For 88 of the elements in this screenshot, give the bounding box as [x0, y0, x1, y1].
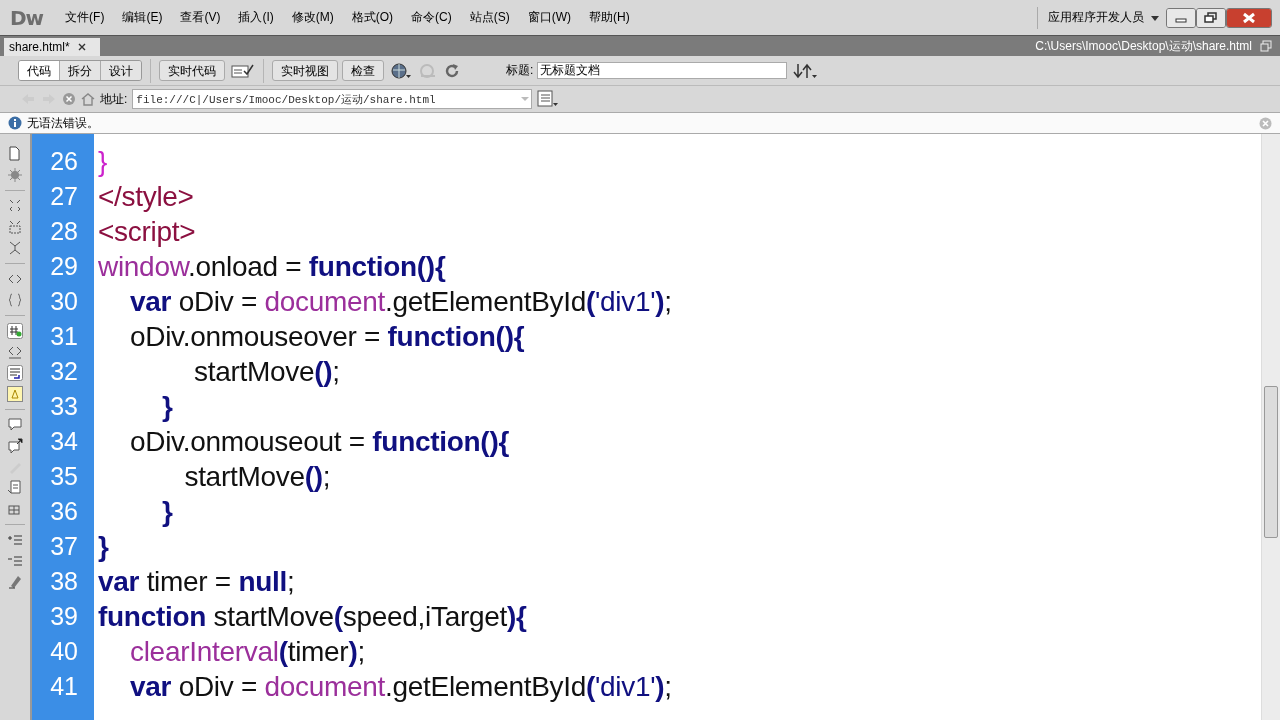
- live-code-button[interactable]: 实时代码: [159, 60, 225, 81]
- code-line: }: [161, 495, 173, 528]
- code-line: window.onload = function(){: [97, 250, 446, 283]
- code-line: </style>: [97, 180, 194, 213]
- view-button[interactable]: 代码: [19, 61, 60, 80]
- line-number: 29: [49, 252, 78, 281]
- line-number: 38: [49, 567, 78, 596]
- home-icon[interactable]: [81, 92, 95, 106]
- status-message: 无语法错误。: [27, 114, 99, 132]
- expand-icon[interactable]: [7, 240, 23, 256]
- menu-item[interactable]: 编辑(E): [114, 6, 171, 29]
- outdent-icon[interactable]: [7, 553, 23, 569]
- workspace-switcher[interactable]: 应用程序开发人员: [1048, 9, 1144, 26]
- document-icon[interactable]: [7, 146, 23, 162]
- collapse-icon[interactable]: [7, 219, 23, 235]
- code-line: oDiv.onmouseout = function(){: [129, 425, 509, 458]
- menu-item[interactable]: 查看(V): [172, 6, 229, 29]
- line-number: 27: [49, 182, 78, 211]
- menu-item[interactable]: 文件(F): [57, 6, 113, 29]
- menu-item[interactable]: 帮助(H): [581, 6, 638, 29]
- line-number: 36: [49, 497, 78, 526]
- code-line: function startMove(speed,iTarget){: [97, 600, 527, 633]
- app-logo: Dw: [10, 5, 44, 30]
- indent-icon[interactable]: [7, 532, 23, 548]
- code-line: oDiv.onmouseover = function(){: [129, 320, 525, 353]
- code-line: }: [97, 530, 109, 563]
- line-number: 33: [49, 392, 78, 421]
- line-number: 35: [49, 462, 78, 491]
- refresh-icon[interactable]: [444, 62, 460, 79]
- info-icon: [8, 116, 22, 130]
- line-number: 40: [49, 637, 78, 666]
- code-line: clearInterval(timer);: [129, 635, 365, 668]
- document-tab[interactable]: share.html*: [4, 38, 100, 56]
- tag-icon[interactable]: [7, 344, 23, 360]
- scrollbar-thumb[interactable]: [1264, 386, 1278, 538]
- restore-icon[interactable]: [1196, 7, 1226, 28]
- close-icon[interactable]: [1226, 7, 1272, 28]
- caret-icon[interactable]: [1150, 13, 1160, 22]
- file-path: C:\Users\Imooc\Desktop\运动\share.html: [1035, 37, 1252, 55]
- code-line: }: [161, 390, 173, 423]
- menu-item[interactable]: 窗口(W): [519, 6, 580, 29]
- view-button[interactable]: 设计: [101, 61, 141, 80]
- line-number: 32: [49, 357, 78, 386]
- sort-icon[interactable]: [793, 61, 818, 80]
- line-number: 39: [49, 602, 78, 631]
- globe-icon[interactable]: [390, 61, 412, 80]
- line-number: 28: [49, 217, 78, 246]
- gear-icon[interactable]: [7, 167, 23, 183]
- code-line: var timer = null;: [97, 565, 295, 598]
- menu-item[interactable]: 命令(C): [403, 6, 460, 29]
- address-field[interactable]: file:///C|/Users/Imooc/Desktop/运动/share.html: [132, 89, 533, 109]
- line-number: 37: [49, 532, 78, 561]
- code-line: var oDiv = document.getElementById('div1');: [129, 670, 672, 703]
- menu-item[interactable]: 站点(S): [461, 6, 518, 29]
- code-line: var oDiv = document.getElementById('div1');: [129, 285, 672, 318]
- line-number: 30: [49, 287, 78, 316]
- collapse-icon[interactable]: [7, 198, 23, 214]
- line-number: 31: [49, 322, 78, 351]
- inspect-button[interactable]: 检查: [342, 60, 384, 81]
- title-field[interactable]: 无标题文档: [537, 62, 788, 79]
- comment-icon[interactable]: [7, 438, 23, 454]
- menu-item[interactable]: 修改(M): [283, 6, 342, 29]
- close-icon[interactable]: [77, 43, 86, 51]
- line-number: 34: [49, 427, 78, 456]
- minimize-icon[interactable]: [1166, 7, 1196, 28]
- document-icon[interactable]: [7, 480, 23, 496]
- stop-icon[interactable]: [62, 92, 76, 106]
- line-number: 26: [49, 147, 78, 176]
- restore-icon[interactable]: [1260, 40, 1272, 52]
- wrap-icon[interactable]: [7, 365, 23, 381]
- address-label: 地址:: [100, 90, 128, 108]
- hash-icon[interactable]: [7, 323, 23, 339]
- title-label: 标题:: [506, 62, 534, 79]
- view-button[interactable]: 拆分: [60, 61, 101, 80]
- code-line: startMove();: [193, 355, 340, 388]
- list-icon[interactable]: [537, 90, 560, 108]
- code-line: }: [97, 145, 108, 178]
- live-view-button[interactable]: 实时视图: [272, 60, 338, 81]
- menu-item[interactable]: 插入(I): [230, 6, 282, 29]
- warning-icon[interactable]: [7, 386, 23, 402]
- line-number: 41: [49, 672, 78, 701]
- dropdown-icon[interactable]: [519, 95, 532, 103]
- code-line: startMove();: [183, 460, 331, 493]
- braces-icon[interactable]: [7, 292, 23, 308]
- menu-item[interactable]: 格式(O): [343, 6, 402, 29]
- file-check-icon[interactable]: [231, 62, 255, 79]
- code-line: <script>: [97, 215, 196, 248]
- format-icon[interactable]: [7, 574, 23, 590]
